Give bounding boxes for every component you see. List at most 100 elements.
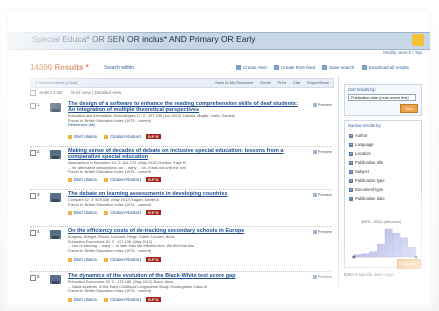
cite-link[interactable]: Cite <box>293 80 300 85</box>
narrow-title: Narrow results by <box>348 123 381 128</box>
date-range-link[interactable]: Enter a specific date range <box>344 272 394 277</box>
citation-abstract-link[interactable]: Citation/Abstract <box>110 177 141 182</box>
results-page: Special Educa* OR SEN OR inclus* AND Pri… <box>8 10 430 304</box>
result-links: Brief citation Citation/Abstract S·F·X <box>68 257 161 262</box>
preview-link[interactable]: Preview <box>312 102 332 107</box>
search-bar[interactable]: Special Educa* OR SEN OR inclus* AND Pri… <box>8 32 430 50</box>
citation-icon <box>68 257 72 262</box>
brief-citation-link[interactable]: Brief citation <box>74 297 97 302</box>
histogram-bar <box>369 251 377 258</box>
citation-abstract-link[interactable]: Citation/Abstract <box>110 210 141 215</box>
search-within-link[interactable]: Search within <box>104 65 134 71</box>
sfx-link[interactable]: S·F·X <box>146 210 161 215</box>
sfx-link[interactable]: S·F·X <box>146 177 161 182</box>
collapse-icon: − <box>349 195 353 201</box>
sort-label: Sort results by: <box>348 87 376 92</box>
brief-citation-link[interactable]: Brief citation <box>74 134 97 139</box>
facet-language[interactable]: + Language <box>349 142 374 147</box>
facet-publication-type[interactable]: + Publication type <box>349 178 385 183</box>
preview-link[interactable]: Preview <box>312 149 332 154</box>
facet-publication-title[interactable]: + Publication title <box>349 160 383 165</box>
export-save-link[interactable]: Export/Save <box>307 80 329 85</box>
result-title-link[interactable]: The debate on learning assessments in de… <box>68 191 298 197</box>
result-number: 4 <box>37 229 40 234</box>
result-checkbox[interactable] <box>30 103 36 109</box>
download-results-link[interactable]: Download all results <box>361 65 409 71</box>
facet-subject[interactable]: + Subject <box>349 169 369 174</box>
update-button[interactable]: Update <box>397 259 421 269</box>
sfx-link[interactable]: S·F·X <box>146 134 161 139</box>
download-icon <box>361 65 367 71</box>
expand-icon: + <box>349 159 353 165</box>
result-links: Brief citation Citation/Abstract S·F·X <box>68 177 161 182</box>
result-checkbox[interactable] <box>30 275 36 281</box>
result-title-link[interactable]: The design of a software to enhance the … <box>68 101 298 113</box>
histogram-bar <box>408 247 416 258</box>
search-go-icon[interactable] <box>412 34 424 46</box>
result-checkbox[interactable] <box>30 150 36 156</box>
result-meta: Education and Information Technologies 1… <box>68 114 298 128</box>
create-rss-link[interactable]: Create RSS feed <box>274 65 315 71</box>
facet-location[interactable]: + Location <box>349 151 371 156</box>
result-meta: Burgess, Bridget; Rocus, Leonard; Ringe,… <box>68 235 298 253</box>
result-number: 2 <box>37 149 40 154</box>
preview-link[interactable]: Preview <box>312 192 332 197</box>
date-histogram[interactable] <box>350 225 420 259</box>
citation-abstract-link[interactable]: Citation/Abstract <box>110 257 141 262</box>
save-to-research-link[interactable]: Save to My Research <box>215 80 253 85</box>
abstract-icon <box>104 297 109 302</box>
result-title-link[interactable]: On the efficiency costs of de-tracking s… <box>68 228 298 234</box>
preview-icon <box>312 192 317 197</box>
result-meta: Education Economics 20. 2 : 175-185. (Ma… <box>68 280 298 294</box>
result-references-link[interactable]: References (66) <box>68 123 298 128</box>
result-meta: Assessment in Education 19. 2: 161-270. … <box>68 161 298 175</box>
brief-citation-link[interactable]: Brief citation <box>74 177 97 182</box>
document-type-icon <box>50 103 61 112</box>
sfx-link[interactable]: S·F·X <box>146 257 161 262</box>
expand-icon: + <box>349 150 353 156</box>
citation-icon <box>68 210 72 215</box>
sfx-link[interactable]: S·F·X <box>146 297 161 302</box>
facet-author[interactable]: + Author <box>349 133 367 138</box>
create-alert-link[interactable]: Create Alert <box>236 65 267 71</box>
print-link[interactable]: Print <box>278 80 286 85</box>
result-checkbox[interactable] <box>30 193 36 199</box>
expand-icon: + <box>349 141 353 147</box>
preview-link[interactable]: Preview <box>312 229 332 234</box>
facet-document-type[interactable]: + Document type <box>349 187 383 192</box>
preview-icon <box>312 149 317 154</box>
bell-icon <box>236 65 241 71</box>
range-handle-left[interactable] <box>352 255 356 259</box>
preview-link[interactable]: Preview <box>312 274 332 279</box>
document-type-icon <box>50 193 61 202</box>
sort-panel: Sort results by: Publication date (most … <box>344 84 422 116</box>
results-count: 14390 Results * <box>30 63 89 72</box>
save-search-link[interactable]: Save search <box>322 65 354 71</box>
document-type-icon <box>50 275 61 284</box>
select-all-checkbox[interactable] <box>30 90 36 96</box>
preview-icon <box>312 274 317 279</box>
citation-icon <box>68 134 72 139</box>
brief-citation-link[interactable]: Brief citation <box>74 257 97 262</box>
histogram-bar <box>400 237 408 258</box>
result-title-link[interactable]: The dynamics of the evolution of the Bla… <box>68 273 298 279</box>
search-query[interactable]: Special Educa* OR SEN OR inclus* AND Pri… <box>32 34 255 44</box>
modify-search-links[interactable]: Modify search | Top <box>383 50 422 55</box>
view-toggle[interactable]: Brief view | Detailed view <box>71 90 121 95</box>
result-links: Brief citation Citation/Abstract S·F·X <box>68 210 161 215</box>
result-checkbox[interactable] <box>30 230 36 236</box>
facet-publication-date[interactable]: − Publication date <box>349 196 385 201</box>
selected-items[interactable]: 0 Selected items [Clear] <box>35 80 77 85</box>
expand-icon: + <box>349 132 353 138</box>
email-link[interactable]: Email <box>260 80 270 85</box>
histogram-bar <box>377 243 385 258</box>
citation-abstract-link[interactable]: Citation/Abstract <box>110 134 141 139</box>
action-bar: 0 Selected items [Clear] Save to My Rese… <box>30 78 334 88</box>
abstract-icon <box>104 257 109 262</box>
brief-citation-link[interactable]: Brief citation <box>74 210 97 215</box>
result-item: 5 The dynamics of the evolution of the B… <box>30 272 332 304</box>
sort-button[interactable]: Sort <box>400 104 418 113</box>
result-title-link[interactable]: Making sense of decades of debate on inc… <box>68 148 298 160</box>
sort-select[interactable]: Publication date (most recent first) <box>348 94 416 101</box>
citation-abstract-link[interactable]: Citation/Abstract <box>110 297 141 302</box>
